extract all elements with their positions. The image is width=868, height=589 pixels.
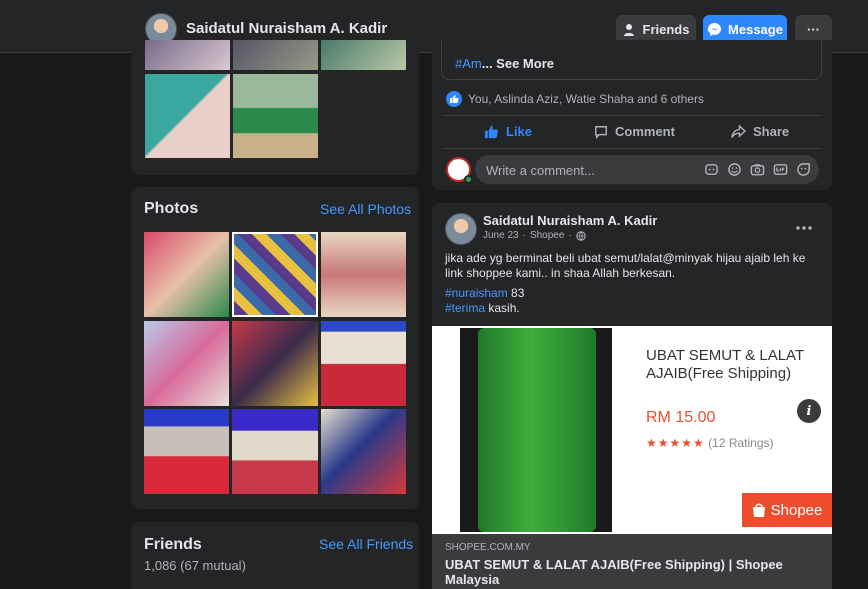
photo-thumbnail[interactable] [232,321,318,406]
featured-photo[interactable] [145,74,230,158]
shopee-logo-badge: Shopee [742,493,832,527]
comment-icon [595,125,607,139]
share-icon [731,124,746,138]
featured-photo[interactable] [145,40,230,70]
friends-card: Friends See All Friends 1,086 (67 mutual… [131,522,419,589]
post-author-avatar[interactable] [445,213,477,245]
photo-thumbnail[interactable] [144,321,229,406]
online-status-indicator [464,175,473,184]
emoji-icon[interactable] [727,162,742,177]
reactions-text: You, Aslinda Aziz, Watie Shaha and 6 oth… [468,92,704,106]
share-label: Share [753,124,790,139]
post-source[interactable]: Shopee [530,230,564,241]
meta-separator: · [522,230,526,241]
friends-count: 1,086 (67 mutual) [144,558,246,573]
post-body: jika ade yg berminat beli ubat semut/lal… [445,251,825,316]
meta-separator: · [568,230,572,241]
photo-thumbnail[interactable] [232,232,318,317]
comment-label: Comment [615,124,675,139]
post-text-line: jika ade yg berminat beli ubat semut/lal… [445,251,806,280]
sticker-icon[interactable] [796,162,811,177]
post-meta: June 23 · Shopee · [483,230,586,241]
globe-icon[interactable] [576,230,586,241]
comment-input-placeholder: Write a comment... [486,163,595,178]
photo-thumbnail[interactable] [144,232,229,317]
messenger-icon [707,22,722,37]
link-title: UBAT SEMUT & LALAT AJAIB(Free Shipping) … [445,557,783,587]
like-label: Like [506,124,533,139]
thumbs-up-icon [484,125,498,139]
featured-photo[interactable] [233,40,318,70]
shopping-bag-icon [752,503,765,517]
friends-button-label: Friends [642,22,690,37]
comment-input[interactable]: Write a comment... [475,155,819,184]
product-can-photo [460,328,612,532]
featured-photo[interactable] [233,74,318,158]
profile-name[interactable]: Saidatul Nuraisham A. Kadir [186,20,387,37]
product-title: UBAT SEMUT & LALAT AJAIB(Free Shipping) [646,347,804,382]
ratings-count: (12 Ratings) [708,436,774,450]
share-button[interactable]: Share [731,124,789,139]
photos-card-title: Photos [144,200,199,217]
intro-photos-card [131,40,419,175]
shared-post-text: #Am... See More [455,56,554,71]
hashtag-suffix: kasih. [485,301,520,315]
post-card: Saidatul Nuraisham A. Kadir June 23 · Sh… [432,203,832,589]
see-all-friends-link[interactable]: See All Friends [319,536,413,552]
link-domain: SHOPEE.COM.MY [445,542,531,553]
hashtag-link[interactable]: #Am [455,56,482,71]
photos-card: Photos See All Photos [131,187,419,509]
product-image[interactable]: UBAT SEMUT & LALAT AJAIB(Free Shipping) … [432,326,832,534]
friends-card-title: Friends [144,536,202,553]
info-icon[interactable]: i [797,399,821,423]
product-price: RM 15.00 [646,409,716,426]
post-options-icon[interactable] [796,217,812,235]
divider [444,115,820,116]
message-button-label: Message [728,22,783,37]
photo-thumbnail[interactable] [232,409,318,494]
person-check-icon [623,23,634,36]
see-more-link[interactable]: ... See More [482,56,554,71]
reactions-summary[interactable]: You, Aslinda Aziz, Watie Shaha and 6 oth… [446,91,704,107]
photo-thumbnail[interactable] [144,409,229,494]
gif-icon[interactable] [773,162,788,177]
like-reaction-icon [446,91,462,107]
post-date[interactable]: June 23 [483,230,519,241]
photo-thumbnail[interactable] [321,321,406,406]
avatar-sticker-icon[interactable] [704,162,719,177]
star-rating-icon: ★★★★★ [646,436,705,450]
photo-thumbnail[interactable] [321,409,406,494]
comment-button[interactable]: Comment [594,124,675,139]
shopee-badge-label: Shopee [770,501,823,519]
link-preview[interactable]: SHOPEE.COM.MY UBAT SEMUT & LALAT AJAIB(F… [432,534,832,589]
camera-icon[interactable] [750,162,765,177]
hashtag-link[interactable]: #terima [445,301,485,315]
product-rating: ★★★★★ (12 Ratings) [646,436,774,450]
hashtag-suffix: 83 [507,286,525,300]
post-author-name[interactable]: Saidatul Nuraisham A. Kadir [483,213,657,228]
shared-post-box: #Am... See More [441,40,822,80]
like-button[interactable]: Like [484,124,532,139]
post-card: #Am... See More You, Aslinda Aziz, Watie… [432,40,832,190]
hashtag-link[interactable]: #nuraisham [445,286,508,300]
product-can-label [478,328,596,532]
divider [444,148,820,149]
see-all-photos-link[interactable]: See All Photos [320,201,411,217]
featured-photo[interactable] [321,40,406,70]
photo-thumbnail[interactable] [321,232,406,317]
